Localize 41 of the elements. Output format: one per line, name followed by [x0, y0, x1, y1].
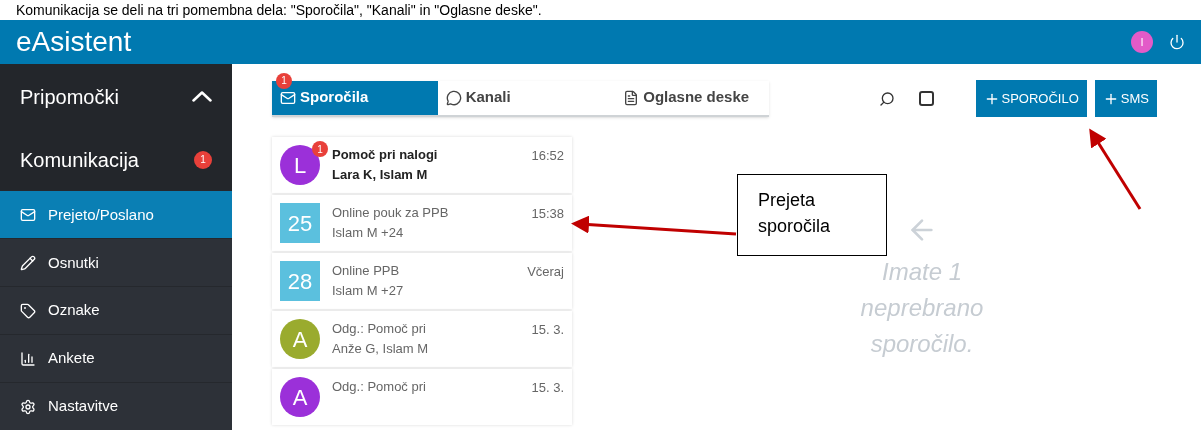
message-time: 15. 3. — [531, 379, 564, 397]
message-title: Odg.: Pomoč pri — [332, 378, 427, 396]
message-people: Islam M +24 — [332, 224, 405, 242]
avatar: 25 — [280, 203, 320, 243]
message-people: Anže G, Islam M — [332, 340, 430, 358]
message-row[interactable]: A Odg.: Pomoč pri 15. 3. — [272, 369, 572, 425]
sidebar-item[interactable]: Nastavitve — [0, 382, 232, 430]
message-time: 15. 3. — [531, 321, 564, 339]
sidebar-item[interactable]: Prejeto/Poslano — [0, 190, 232, 239]
message-time: 15:38 — [531, 205, 564, 223]
avatar: A — [280, 377, 320, 417]
message-row[interactable]: A Odg.: Pomoč pri Anže G, Islam M 15. 3. — [272, 311, 572, 367]
message-row[interactable]: L 1 Pomoč pri nalogi Lara K, Islam M 16:52 — [272, 137, 572, 193]
new-button[interactable]: SMS — [1094, 80, 1157, 117]
sidebar-item[interactable]: Osnutki — [0, 238, 232, 287]
callout-box: Prejeta sporočila — [737, 174, 887, 256]
message-people: Lara K, Islam M — [332, 166, 429, 184]
tab[interactable]: Oglasne deske — [603, 80, 769, 115]
notification-badge: 1 — [276, 72, 292, 89]
message-time: Včeraj — [527, 263, 564, 281]
message-row[interactable]: 25 Online pouk za PPB Islam M +24 15:38 — [272, 195, 572, 251]
message-row[interactable]: 28 Online PPB Islam M +27 Včeraj — [272, 253, 572, 309]
message-title: Odg.: Pomoč pri — [332, 320, 427, 338]
message-people: Islam M +27 — [332, 282, 405, 300]
message-title: Online PPB — [332, 262, 401, 280]
app-title: eAsistent — [16, 25, 132, 59]
notification-badge: 1 — [194, 150, 212, 169]
empty-state-text: Imate 1 neprebrano sporočilo. — [859, 257, 985, 359]
new-button[interactable]: SPOROČILO — [975, 80, 1087, 117]
message-title: Pomoč pri nalogi — [332, 146, 439, 164]
caption-text: Komunikacija se deli na tri pomembna dela: "Sporočila", "Kanali" in "Oglasne deske". — [15, 1, 543, 20]
message-title: Online pouk za PPB — [332, 204, 450, 222]
sidebar-item[interactable]: Oznake — [0, 286, 232, 335]
sidebar-section[interactable]: Pripomočki — [0, 64, 232, 130]
message-time: 16:52 — [531, 147, 564, 165]
notification-badge: 1 — [312, 141, 328, 157]
sidebar-group[interactable]: Komunikacija — [20, 144, 194, 175]
avatar: 28 — [280, 261, 320, 301]
tab[interactable]: Kanali — [437, 80, 604, 115]
sidebar-item[interactable]: Ankete — [0, 334, 232, 383]
avatar: A — [280, 319, 320, 359]
